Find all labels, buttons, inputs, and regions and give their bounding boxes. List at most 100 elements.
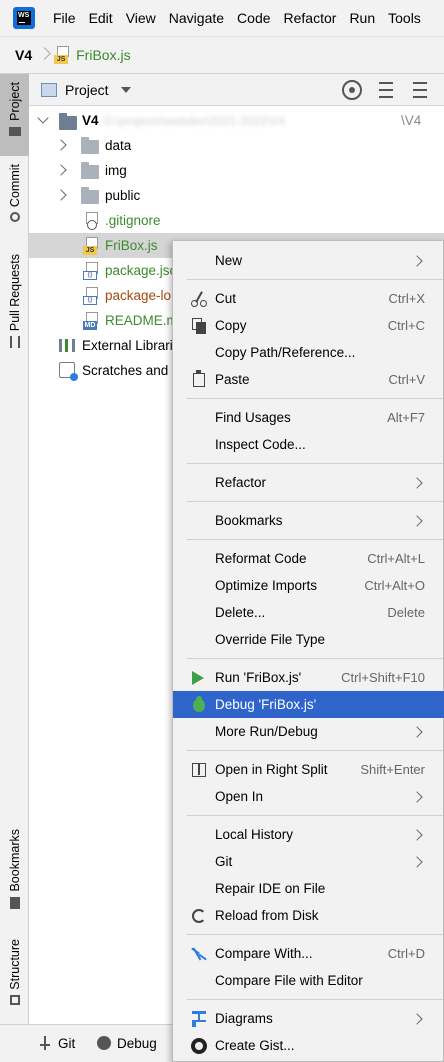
compare-arrows-icon	[190, 945, 208, 963]
menu-item-debug[interactable]: Debug 'FriBox.js'	[173, 691, 444, 718]
js-file-icon: JS	[54, 46, 70, 64]
chevron-right-icon[interactable]	[55, 164, 67, 176]
context-menu: New Cut Ctrl+X Copy Ctrl+C Copy Path/Ref…	[172, 240, 444, 1062]
menu-item-paste[interactable]: Paste Ctrl+V	[173, 366, 444, 393]
menu-code[interactable]: Code	[237, 10, 270, 26]
pull-request-icon	[9, 336, 20, 349]
menu-tools[interactable]: Tools	[388, 10, 421, 26]
menu-item-open-in[interactable]: Open In	[173, 783, 444, 810]
copy-icon	[190, 317, 208, 335]
select-opened-file-icon[interactable]	[342, 80, 362, 100]
webstorm-logo-icon[interactable]: WS	[13, 7, 35, 29]
menu-item-copy[interactable]: Copy Ctrl+C	[173, 312, 444, 339]
tree-item-gitignore[interactable]: .gitignore	[29, 208, 444, 233]
submenu-arrow-icon	[411, 855, 423, 868]
reload-icon	[190, 907, 208, 925]
submenu-arrow-icon	[411, 1012, 423, 1025]
breadcrumb-file[interactable]: FriBox.js	[76, 47, 130, 63]
split-editor-icon	[190, 761, 208, 779]
chevron-right-icon[interactable]	[55, 139, 67, 151]
tool-tab-git[interactable]: Git	[38, 1025, 75, 1061]
js-file-icon: JS	[83, 237, 99, 255]
breadcrumb-project[interactable]: V4	[15, 47, 32, 63]
submenu-arrow-icon	[411, 254, 423, 267]
bug-icon	[97, 1036, 111, 1050]
tree-item-public[interactable]: public	[29, 183, 444, 208]
menu-item-compare-file-with-editor[interactable]: Compare File with Editor	[173, 967, 444, 994]
tree-item-label: package.jso	[105, 263, 178, 278]
expand-all-icon[interactable]	[376, 80, 396, 100]
structure-icon	[9, 994, 20, 1005]
github-icon	[190, 1037, 208, 1055]
project-panel-title[interactable]: Project	[65, 82, 109, 98]
folder-icon	[81, 137, 99, 154]
tree-item-label: public	[105, 188, 141, 203]
menu-item-optimize-imports[interactable]: Optimize Imports Ctrl+Alt+O	[173, 572, 444, 599]
menu-item-git[interactable]: Git	[173, 848, 444, 875]
menu-item-compare-with[interactable]: Compare With... Ctrl+D	[173, 940, 444, 967]
chevron-down-icon[interactable]	[37, 112, 49, 124]
tree-item-label: data	[105, 138, 132, 153]
menu-item-run[interactable]: Run 'FriBox.js' Ctrl+Shift+F10	[173, 664, 444, 691]
menu-item-override-file-type[interactable]: Override File Type	[173, 626, 444, 653]
menu-item-copy-path[interactable]: Copy Path/Reference...	[173, 339, 444, 366]
menu-item-create-gist[interactable]: Create Gist...	[173, 1032, 444, 1059]
project-panel-header: Project	[29, 74, 444, 106]
collapse-all-icon[interactable]	[410, 80, 430, 100]
tool-tab-debug[interactable]: Debug	[97, 1025, 157, 1061]
ignore-file-icon	[83, 212, 99, 230]
commit-icon	[9, 212, 20, 223]
tree-item-label: External Librari	[82, 338, 173, 353]
menu-refactor[interactable]: Refactor	[284, 10, 337, 26]
menu-item-diagrams[interactable]: Diagrams	[173, 1005, 444, 1032]
menu-item-reload-from-disk[interactable]: Reload from Disk	[173, 902, 444, 929]
tool-tab-label: Git	[58, 1035, 76, 1051]
menu-view[interactable]: View	[126, 10, 156, 26]
library-icon	[59, 339, 75, 352]
tool-tab-structure[interactable]: Structure	[0, 939, 29, 1019]
menu-run[interactable]: Run	[349, 10, 375, 26]
submenu-arrow-icon	[411, 790, 423, 803]
tree-item-img[interactable]: img	[29, 158, 444, 183]
diagram-icon	[190, 1010, 208, 1028]
project-panel-icon	[41, 82, 57, 97]
tool-tab-commit[interactable]: Commit	[0, 164, 29, 234]
tree-root-path-suffix: \V4	[401, 113, 422, 128]
menu-item-cut[interactable]: Cut Ctrl+X	[173, 285, 444, 312]
tree-item-label: .gitignore	[105, 213, 161, 228]
menu-navigate[interactable]: Navigate	[169, 10, 224, 26]
view-mode-dropdown-icon[interactable]	[120, 86, 131, 93]
git-branch-icon	[38, 1036, 52, 1050]
menu-item-local-history[interactable]: Local History	[173, 821, 444, 848]
tool-tab-pull-requests[interactable]: Pull Requests	[0, 254, 29, 359]
tree-item-label: Scratches and	[82, 363, 169, 378]
menu-file[interactable]: File	[53, 10, 76, 26]
menu-item-find-usages[interactable]: Find Usages Alt+F7	[173, 404, 444, 431]
tree-root[interactable]: V4 D:\projects\webdev\2021-2022\V4 \V4	[29, 108, 444, 133]
submenu-arrow-icon	[411, 828, 423, 841]
breadcrumb-separator-icon	[40, 45, 48, 65]
menu-edit[interactable]: Edit	[89, 10, 113, 26]
menu-item-more-run-debug[interactable]: More Run/Debug	[173, 718, 444, 745]
tool-tab-bookmarks[interactable]: Bookmarks	[0, 829, 29, 919]
main-menu-bar: WS File Edit View Navigate Code Refactor…	[0, 0, 444, 36]
menu-item-refactor[interactable]: Refactor	[173, 469, 444, 496]
tool-tab-project[interactable]: Project	[0, 74, 29, 156]
bug-icon	[190, 695, 208, 714]
chevron-right-icon[interactable]	[55, 189, 67, 201]
menu-item-inspect-code[interactable]: Inspect Code...	[173, 431, 444, 458]
folder-icon	[81, 162, 99, 179]
menu-item-open-right-split[interactable]: Open in Right Split Shift+Enter	[173, 756, 444, 783]
tree-item-data[interactable]: data	[29, 133, 444, 158]
menu-item-bookmarks[interactable]: Bookmarks	[173, 507, 444, 534]
menu-item-new[interactable]: New	[173, 247, 444, 274]
submenu-arrow-icon	[411, 725, 423, 738]
menu-item-delete[interactable]: Delete... Delete	[173, 599, 444, 626]
menu-item-reformat-code[interactable]: Reformat Code Ctrl+Alt+L	[173, 545, 444, 572]
tree-item-label: package-lo	[105, 288, 172, 303]
tree-root-label: V4	[82, 113, 99, 128]
scratches-icon	[59, 362, 78, 381]
navigation-breadcrumb: V4 JS FriBox.js	[0, 36, 444, 74]
menu-item-repair-ide[interactable]: Repair IDE on File	[173, 875, 444, 902]
folder-icon	[59, 113, 77, 130]
